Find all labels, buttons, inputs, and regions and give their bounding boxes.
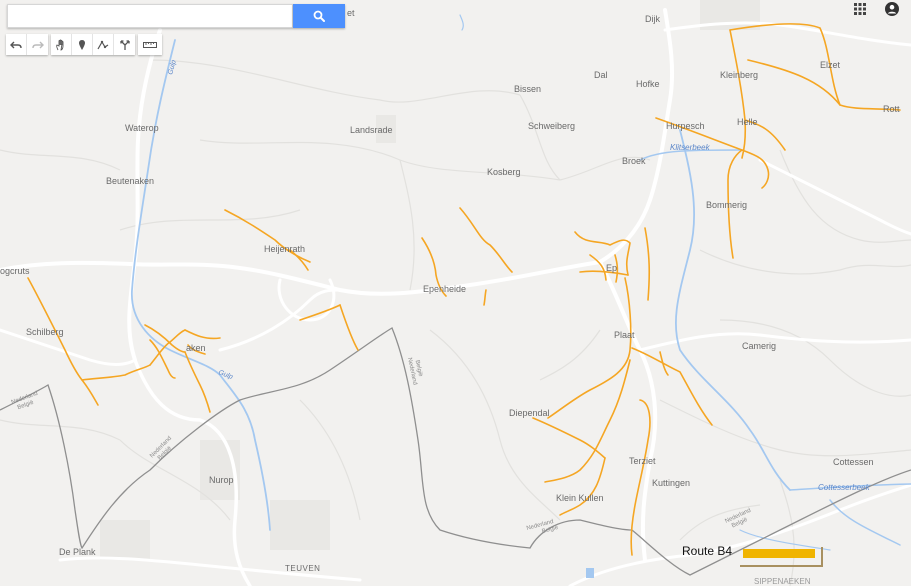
- map-toolbar: [6, 34, 162, 55]
- legend-frame-bottom: [740, 565, 823, 567]
- place-schweiberg: Schweiberg: [528, 121, 575, 131]
- place-kuttingen: Kuttingen: [652, 478, 690, 488]
- place-diependal: Diependal: [509, 408, 550, 418]
- place-de-plank: De Plank: [59, 547, 96, 557]
- place-aken-fragment: aken: [186, 343, 206, 353]
- search-icon: [313, 10, 325, 22]
- water-cottesserbeek: Cottesserbeek: [818, 483, 871, 492]
- place-left-edge: ogcruts: [0, 266, 30, 276]
- ruler-icon: [143, 41, 157, 48]
- place-teuven: TEUVEN: [285, 564, 320, 573]
- route-legend: Route B4: [676, 541, 824, 569]
- directions-icon: [119, 39, 130, 50]
- hand-icon: [56, 39, 64, 50]
- place-bottom-right-fragment: SIPPENAEKEN: [754, 577, 811, 586]
- place-broek: Broek: [622, 156, 646, 166]
- place-schilberg: Schilberg: [26, 327, 64, 337]
- marker-button[interactable]: [72, 34, 93, 55]
- place-bissen: Bissen: [514, 84, 541, 94]
- water-klitserbeek: Klitserbeek: [670, 143, 711, 152]
- place-heijenrath: Heijenrath: [264, 244, 305, 254]
- place-dijk: Dijk: [645, 14, 660, 24]
- place-klein-kullen: Klein Kullen: [556, 493, 604, 503]
- place-hurpesch: Hurpesch: [666, 121, 705, 131]
- place-helle: Helle: [737, 117, 758, 127]
- place-beutenaken: Beutenaken: [106, 176, 154, 186]
- place-ep-fragment: Ep: [606, 263, 617, 273]
- place-terziet: Terziet: [629, 456, 656, 466]
- place-nurop: Nurop: [209, 475, 234, 485]
- legend-swatch: [743, 549, 815, 558]
- hand-button[interactable]: [51, 34, 72, 55]
- undo-button[interactable]: [6, 34, 27, 55]
- marker-icon: [79, 39, 85, 50]
- legend-frame-right: [821, 547, 823, 567]
- redo-button[interactable]: [27, 34, 48, 55]
- account-button[interactable]: [884, 1, 900, 17]
- place-hofke: Hofke: [636, 79, 660, 89]
- place-cottessen: Cottessen: [833, 457, 874, 467]
- ruler-button[interactable]: [138, 34, 162, 55]
- place-kosberg: Kosberg: [487, 167, 521, 177]
- water-pond: [586, 568, 594, 578]
- place-waterop: Waterop: [125, 123, 159, 133]
- redo-icon: [31, 41, 44, 48]
- place-rott: Rott: [883, 104, 900, 114]
- place-bommerig: Bommerig: [706, 200, 747, 210]
- undo-icon: [10, 41, 22, 48]
- place-epenheide: Epenheide: [423, 284, 466, 294]
- place-top-fragment: et: [347, 8, 355, 18]
- place-kleinberg: Kleinberg: [720, 70, 758, 80]
- polyline-button[interactable]: [93, 34, 114, 55]
- draw-group: [51, 34, 135, 55]
- apps-button[interactable]: [852, 1, 868, 17]
- search-input[interactable]: [7, 4, 293, 28]
- directions-button[interactable]: [114, 34, 135, 55]
- apps-grid-icon: [854, 3, 866, 15]
- place-camerig: Camerig: [742, 341, 776, 351]
- map-canvas[interactable]: Dijk Dal Hofke Kleinberg Elzet Rott Wate…: [0, 0, 911, 586]
- account-icon: [885, 2, 899, 16]
- place-plaat: Plaat: [614, 330, 635, 340]
- polyline-icon: [97, 40, 109, 49]
- place-dal: Dal: [594, 70, 608, 80]
- legend-label: Route B4: [682, 544, 733, 558]
- measure-group: [138, 34, 162, 55]
- history-group: [6, 34, 48, 55]
- search-button[interactable]: [293, 4, 345, 28]
- place-elzet: Elzet: [820, 60, 841, 70]
- place-landsrade: Landsrade: [350, 125, 393, 135]
